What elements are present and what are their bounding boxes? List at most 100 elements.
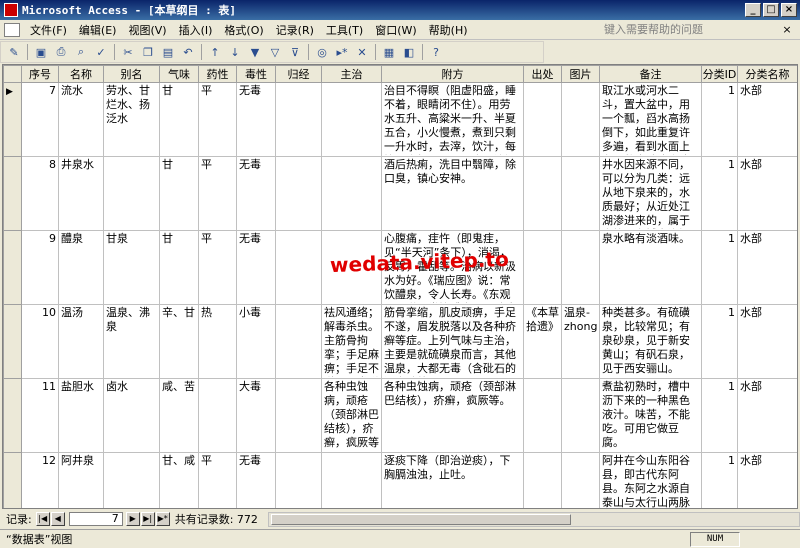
paste-icon[interactable]: ▤ — [158, 43, 178, 61]
cell-name[interactable]: 流水 — [58, 82, 104, 157]
sort-desc-icon[interactable]: ↓ — [225, 43, 245, 61]
cell-formula[interactable]: 筋骨挛缩，肌皮顽痹，手足不遂，眉发脱落以及各种疥癣等症。上列气味与主治，主要是就… — [381, 304, 524, 379]
preview-icon[interactable]: ⌕ — [71, 43, 91, 61]
cell-meridian[interactable] — [275, 304, 322, 379]
cut-icon[interactable]: ✂ — [118, 43, 138, 61]
cell-cat_id[interactable]: 1 — [701, 378, 738, 453]
cell-cat_id[interactable]: 1 — [701, 156, 738, 231]
cell-source[interactable]: 《本草拾遗》 — [523, 304, 562, 379]
column-header[interactable]: 主治 — [321, 65, 382, 83]
menu-format[interactable]: 格式(O) — [218, 22, 269, 38]
cell-taste[interactable]: 甘 — [159, 82, 199, 157]
minimize-button[interactable]: _ — [745, 3, 761, 17]
cell-cat_id[interactable]: 1 — [701, 230, 738, 305]
cell-image[interactable] — [561, 156, 600, 231]
previous-record-button[interactable]: ◀ — [50, 512, 65, 526]
cell-name[interactable]: 温汤 — [58, 304, 104, 379]
cell-alias[interactable]: 卤水 — [103, 378, 160, 453]
scrollbar-thumb[interactable] — [270, 513, 571, 525]
row-selector[interactable] — [3, 452, 22, 508]
database-window-icon[interactable]: ▦ — [379, 43, 399, 61]
cell-alias[interactable] — [103, 156, 160, 231]
cell-id[interactable]: 8 — [21, 156, 59, 231]
cell-nature[interactable]: 平 — [198, 230, 237, 305]
cell-id[interactable]: 11 — [21, 378, 59, 453]
print-icon[interactable]: ⎙ — [51, 43, 71, 61]
menu-tools[interactable]: 工具(T) — [320, 22, 369, 38]
cell-nature[interactable]: 热 — [198, 304, 237, 379]
cell-image[interactable] — [561, 452, 600, 508]
cell-note[interactable]: 取江水或河水二斗，置大盆中，用一个瓢，舀水高扬倒下，如此重复许多遍，看到水面上有… — [599, 82, 702, 157]
new-record-icon[interactable]: ▸* — [332, 43, 352, 61]
column-header[interactable]: 别名 — [103, 65, 160, 83]
column-header[interactable]: 分类ID — [701, 65, 738, 83]
access-app-icon[interactable] — [4, 3, 18, 17]
table-row[interactable]: 12 阿井泉 甘、咸平 无毒 逐痰下降（即治逆痰），下胸膈浊浊，止吐。 阿井在今山东阳谷县… — [3, 452, 797, 508]
filter-form-icon[interactable]: ▽ — [265, 43, 285, 61]
cell-image[interactable] — [561, 82, 600, 157]
cell-source[interactable] — [523, 452, 562, 508]
cell-toxicity[interactable]: 无毒 — [236, 82, 276, 157]
cell-indication[interactable] — [321, 82, 382, 157]
cell-image[interactable] — [561, 378, 600, 453]
cell-note[interactable]: 井水因来源不同，可以分为几类：远从地下泉来的，水质最好；从近处江湖渗进来的，属于… — [599, 156, 702, 231]
cell-indication[interactable] — [321, 230, 382, 305]
cell-meridian[interactable] — [275, 452, 322, 508]
cell-toxicity[interactable]: 无毒 — [236, 452, 276, 508]
cell-cat_name[interactable]: 水部 — [737, 230, 797, 305]
cell-source[interactable] — [523, 82, 562, 157]
apply-filter-icon[interactable]: ⊽ — [285, 43, 305, 61]
row-selector-header[interactable] — [3, 65, 22, 83]
row-selector[interactable] — [3, 230, 22, 305]
cell-toxicity[interactable]: 大毒 — [236, 378, 276, 453]
cell-cat_name[interactable]: 水部 — [737, 156, 797, 231]
cell-source[interactable] — [523, 156, 562, 231]
save-icon[interactable]: ▣ — [31, 43, 51, 61]
cell-cat_id[interactable]: 1 — [701, 304, 738, 379]
column-header[interactable]: 出处 — [523, 65, 562, 83]
table-row[interactable]: 10 温汤 温泉、沸泉辛、甘热 小毒 祛风通络；解毒杀虫。主筋骨拘挛；手足麻痹；手足不遂… — [3, 304, 797, 379]
cell-cat_id[interactable]: 1 — [701, 452, 738, 508]
menu-file[interactable]: 文件(F) — [24, 22, 73, 38]
table-row[interactable]: 11 盐胆水 卤水 咸、苦 大毒 各种虫蚀病，顽疮（颈部淋巴结核），疥癣，疯厥等 各种虫蚀病… — [3, 378, 797, 453]
menu-window[interactable]: 窗口(W) — [369, 22, 422, 38]
maximize-button[interactable]: □ — [763, 3, 779, 17]
cell-note[interactable]: 阿井在今山东阳谷县，即古代东阿县。东阿之水源自泰山与太行山两脉地下潜流，积于东阿… — [599, 452, 702, 508]
column-header[interactable]: 毒性 — [236, 65, 276, 83]
last-record-button[interactable]: ▶| — [140, 512, 155, 526]
column-header[interactable]: 备注 — [599, 65, 702, 83]
cell-toxicity[interactable]: 无毒 — [236, 156, 276, 231]
row-selector[interactable]: ▶ — [3, 82, 22, 157]
cell-indication[interactable] — [321, 452, 382, 508]
column-header[interactable]: 附方 — [381, 65, 524, 83]
cell-id[interactable]: 7 — [21, 82, 59, 157]
cell-taste[interactable]: 甘 — [159, 230, 199, 305]
cell-taste[interactable]: 甘、咸 — [159, 452, 199, 508]
cell-cat_name[interactable]: 水部 — [737, 452, 797, 508]
cell-toxicity[interactable]: 小毒 — [236, 304, 276, 379]
current-record-field[interactable]: 7 — [68, 512, 123, 526]
menu-help[interactable]: 帮助(H) — [423, 22, 474, 38]
cell-taste[interactable]: 甘 — [159, 156, 199, 231]
cell-cat_name[interactable]: 水部 — [737, 378, 797, 453]
cell-formula[interactable]: 治目不得瞑（阻虚阳盛，睡不着，眼睛闭不住）。用劳水五升、高粱米一升、半夏五合，小… — [381, 82, 524, 157]
undo-icon[interactable]: ↶ — [178, 43, 198, 61]
cell-meridian[interactable] — [275, 82, 322, 157]
menu-insert[interactable]: 插入(I) — [173, 22, 219, 38]
sort-asc-icon[interactable]: ↑ — [205, 43, 225, 61]
find-icon[interactable]: ◎ — [312, 43, 332, 61]
table-row[interactable]: ▶ 7 流水 劳水、甘烂水、扬泛水甘 平 无毒 治目不得瞑（阻虚阳盛，睡不着，眼睛闭不住）。… — [3, 82, 797, 157]
cell-indication[interactable]: 各种虫蚀病，顽疮（颈部淋巴结核），疥癣，疯厥等 — [321, 378, 382, 453]
datasheet-grid[interactable]: 序号 名称 别名 气味 药性 毒性 归经 主治 附方 出处 图片 备注 分类ID… — [2, 64, 798, 509]
spell-icon[interactable]: ✓ — [91, 43, 111, 61]
horizontal-scrollbar[interactable] — [267, 511, 800, 527]
cell-meridian[interactable] — [275, 378, 322, 453]
close-document-button[interactable]: × — [780, 23, 794, 36]
delete-record-icon[interactable]: ✕ — [352, 43, 372, 61]
column-header[interactable]: 序号 — [21, 65, 59, 83]
menu-view[interactable]: 视图(V) — [122, 22, 172, 38]
cell-taste[interactable]: 咸、苦 — [159, 378, 199, 453]
column-header[interactable]: 气味 — [159, 65, 199, 83]
cell-id[interactable]: 10 — [21, 304, 59, 379]
menu-records[interactable]: 记录(R) — [270, 22, 320, 38]
